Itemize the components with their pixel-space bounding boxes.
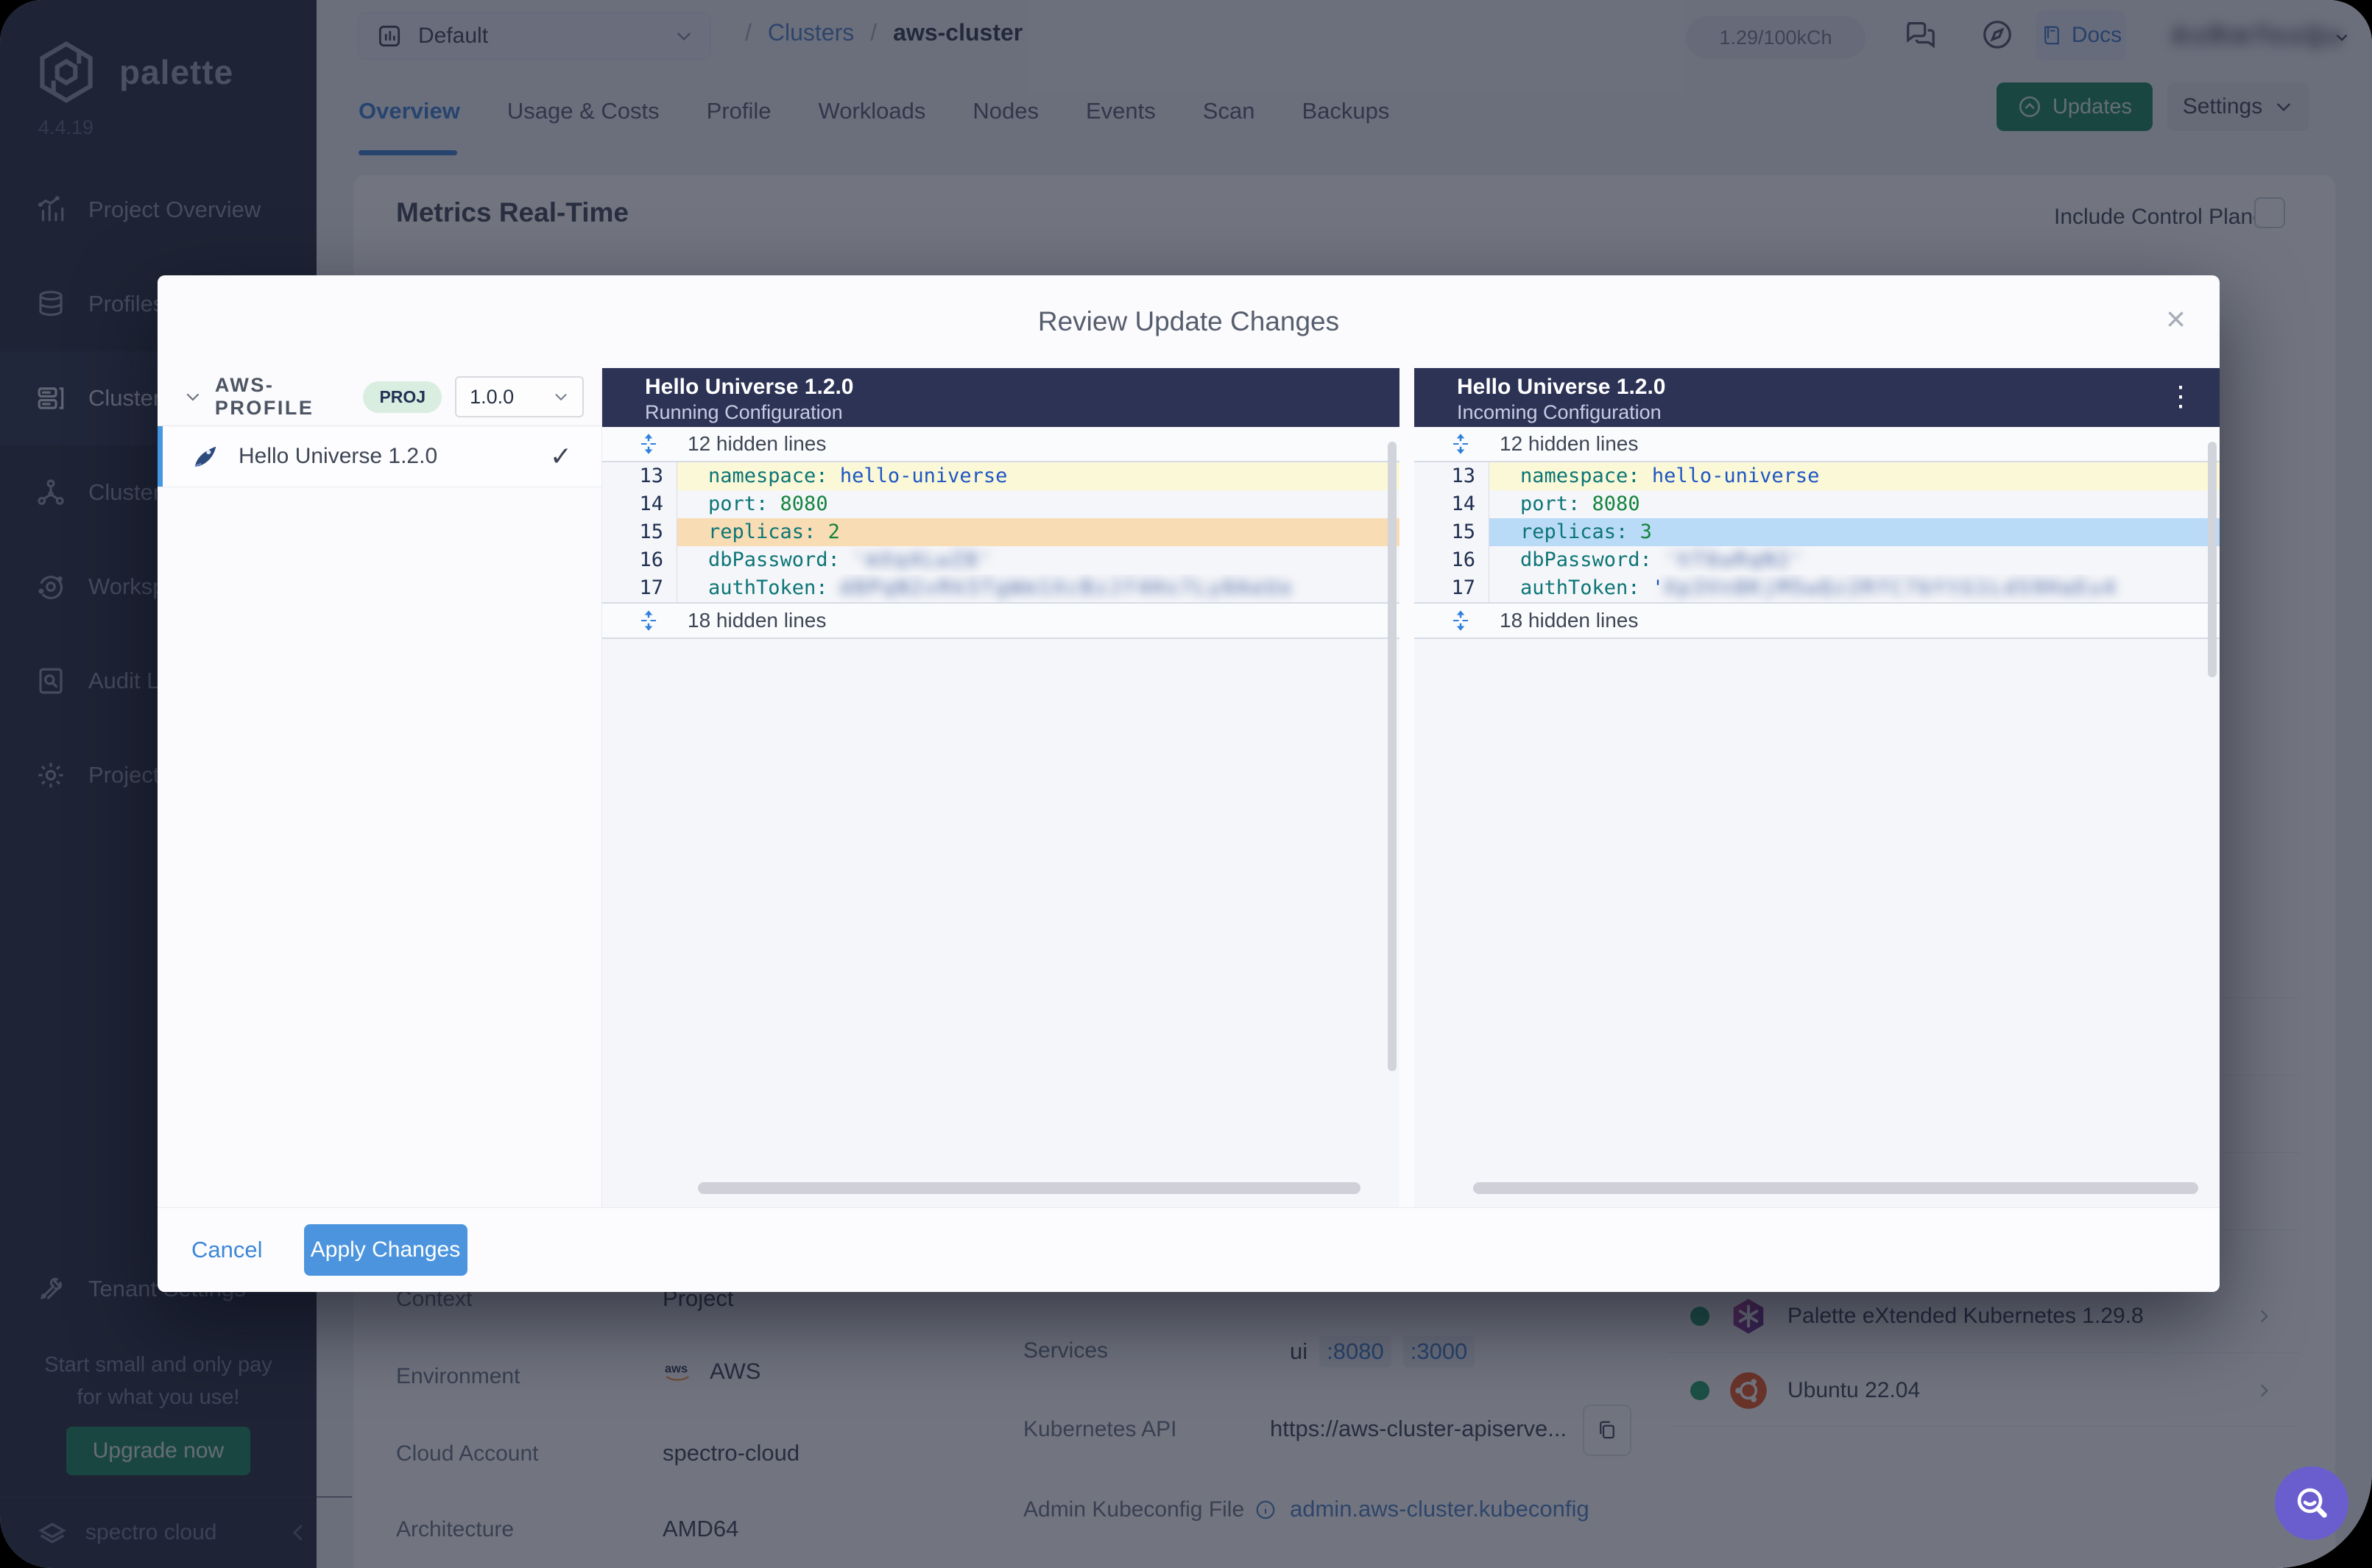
unfold-icon: [641, 434, 656, 454]
hidden-lines-label: 18 hidden lines: [1500, 609, 1639, 632]
redacted-value: d8PqN2vRk5TgWm1XcBzJf4Hs7Ly0AeUo: [839, 576, 1293, 599]
chevron-down-icon: [555, 394, 567, 401]
panel-title: Hello Universe 1.2.0: [1457, 375, 1666, 399]
profile-group-name: AWS-PROFILE: [214, 374, 314, 419]
code-line: 17 authToken: 'Xp3Vn8KjM5wQz2RfC7bYtG1Ld…: [1414, 574, 2220, 602]
profile-version-select[interactable]: 1.0.0: [455, 376, 584, 417]
unfold-icon: [1453, 610, 1468, 631]
panel-subtitle: Incoming Configuration: [1457, 401, 1662, 423]
chevron-down-icon[interactable]: [184, 386, 202, 407]
incoming-config-header: Hello Universe 1.2.0 Incoming Configurat…: [1414, 368, 2220, 427]
unfold-icon: [1453, 434, 1468, 454]
line-number: 17: [1414, 574, 1489, 602]
unfold-icon: [641, 610, 656, 631]
code-line: 16 dbPassword: 'mXq4LwZ8': [602, 546, 1399, 574]
vertical-scrollbar[interactable]: [1388, 442, 1397, 1071]
code-line-changed: 15 replicas: 2: [602, 518, 1399, 546]
hidden-lines-top[interactable]: 12 hidden lines: [1414, 427, 2220, 462]
panel-subtitle: Running Configuration: [645, 401, 843, 423]
scope-badge: PROJ: [363, 381, 442, 413]
panel-title: Hello Universe 1.2.0: [645, 375, 854, 399]
profile-panel: AWS-PROFILE PROJ 1.0.0 Hello Universe 1.…: [158, 368, 602, 1207]
apply-changes-button[interactable]: Apply Changes: [303, 1224, 467, 1276]
profile-layer-item[interactable]: Hello Universe 1.2.0 ✓: [158, 426, 601, 487]
redacted-value: 'hT6wRqN2': [1664, 548, 1806, 571]
code-line: 14 port: 8080: [602, 490, 1399, 518]
app-window: palette 4.4.19 Project Overview Profiles…: [0, 0, 2372, 1568]
check-icon: ✓: [549, 441, 572, 471]
line-number: 17: [602, 574, 677, 602]
modal-title: Review Update Changes: [1037, 306, 1340, 336]
running-config-panel: Hello Universe 1.2.0 Running Configurati…: [602, 368, 1399, 1207]
magnifier-smile-icon: [2297, 1488, 2327, 1518]
code-line: 16 dbPassword: 'hT6wRqN2': [1414, 546, 2220, 574]
code-line: 13 namespace: hello-universe: [602, 462, 1399, 490]
hidden-lines-label: 12 hidden lines: [1500, 432, 1639, 455]
selected-indicator-bar: [158, 426, 163, 487]
hidden-lines-bottom[interactable]: 18 hidden lines: [602, 602, 1399, 639]
kebab-menu-icon[interactable]: ⋮: [2167, 380, 2195, 413]
modal-footer: Cancel Apply Changes: [158, 1207, 2220, 1292]
line-number: 14: [1414, 490, 1489, 518]
vertical-scrollbar[interactable]: [2208, 442, 2217, 677]
redacted-value: Xp3Vn8KjM5wQz2RfC7bYtG1LdS9HaEu4: [1664, 576, 2118, 599]
line-number: 16: [602, 546, 677, 574]
line-number: 15: [602, 518, 677, 546]
line-number: 13: [1414, 462, 1489, 490]
code-line: 13 namespace: hello-universe: [1414, 462, 2220, 490]
running-config-header: Hello Universe 1.2.0 Running Configurati…: [602, 368, 1399, 427]
close-icon[interactable]: ×: [2166, 302, 2186, 336]
line-number: 15: [1414, 518, 1489, 546]
profile-panel-header: AWS-PROFILE PROJ 1.0.0: [158, 368, 601, 426]
line-number: 14: [602, 490, 677, 518]
code-line-changed: 15 replicas: 3: [1414, 518, 2220, 546]
hidden-lines-top[interactable]: 12 hidden lines: [602, 427, 1399, 462]
horizontal-scrollbar[interactable]: [698, 1182, 1360, 1194]
horizontal-scrollbar[interactable]: [1473, 1182, 2198, 1194]
hidden-lines-bottom[interactable]: 18 hidden lines: [1414, 602, 2220, 639]
profile-layer-label: Hello Universe 1.2.0: [239, 444, 438, 468]
code-line: 17 authToken: d8PqN2vRk5TgWm1XcBzJf4Hs7L…: [602, 574, 1399, 602]
redacted-value: 'mXq4LwZ8': [852, 548, 994, 571]
profile-version-value: 1.0.0: [470, 385, 515, 408]
line-number: 16: [1414, 546, 1489, 574]
search-help-fab[interactable]: [2275, 1466, 2348, 1540]
rocket-icon: [194, 446, 216, 467]
hidden-lines-label: 12 hidden lines: [688, 432, 827, 455]
cancel-button[interactable]: Cancel: [191, 1237, 263, 1263]
line-number: 13: [602, 462, 677, 490]
incoming-config-panel: Hello Universe 1.2.0 Incoming Configurat…: [1414, 368, 2220, 1207]
hidden-lines-label: 18 hidden lines: [688, 609, 827, 632]
review-update-changes-modal: Review Update Changes × AWS-PROFILE PROJ…: [158, 275, 2220, 1292]
code-line: 14 port: 8080: [1414, 490, 2220, 518]
